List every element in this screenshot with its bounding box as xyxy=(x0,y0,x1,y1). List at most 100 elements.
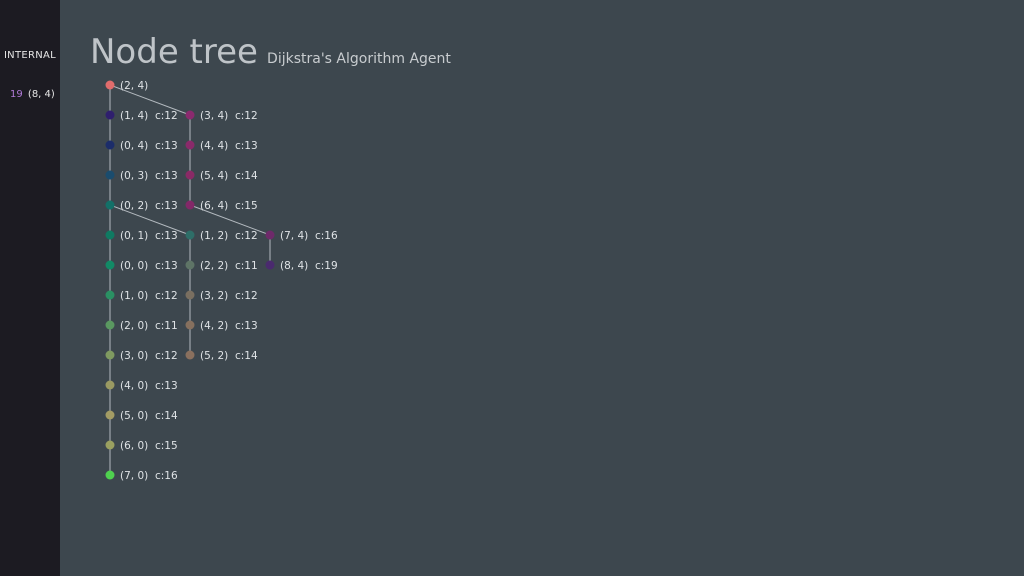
node-label: (6, 0) xyxy=(120,440,148,452)
node-cost: c:13 xyxy=(155,200,178,212)
node-label: (1, 4) xyxy=(120,110,148,122)
tree-node[interactable]: (6, 4) c:15 xyxy=(185,200,258,212)
node-dot[interactable] xyxy=(185,200,195,210)
node-dot[interactable] xyxy=(185,260,195,270)
node-cost: c:13 xyxy=(155,380,178,392)
node-cost: c:13 xyxy=(155,260,178,272)
tree-node[interactable]: (7, 0) c:16 xyxy=(105,470,178,482)
node-dot[interactable] xyxy=(105,140,115,150)
tree-node[interactable]: (7, 4) c:16 xyxy=(265,230,338,242)
tree-node[interactable]: (3, 4) c:12 xyxy=(185,110,258,122)
tree-node[interactable]: (0, 2) c:13 xyxy=(105,200,178,212)
tree-node[interactable]: (5, 4) c:14 xyxy=(185,170,258,182)
tree-node[interactable]: (5, 0) c:14 xyxy=(105,410,178,422)
tree-node[interactable]: (0, 0) c:13 xyxy=(105,260,178,272)
node-cost: c:13 xyxy=(155,170,178,182)
tree-node[interactable]: (4, 4) c:13 xyxy=(185,140,258,152)
node-label: (3, 0) xyxy=(120,350,148,362)
node-label: (7, 4) xyxy=(280,230,308,242)
tree-node[interactable]: (2, 2) c:11 xyxy=(185,260,258,272)
node-dot[interactable] xyxy=(185,230,195,240)
node-cost: c:15 xyxy=(155,440,178,452)
node-dot[interactable] xyxy=(265,230,275,240)
node-dot[interactable] xyxy=(105,260,115,270)
tree-node[interactable]: (1, 4) c:12 xyxy=(105,110,178,122)
node-cost: c:16 xyxy=(315,230,338,242)
node-dot[interactable] xyxy=(185,350,195,360)
tree-node[interactable]: (0, 1) c:13 xyxy=(105,230,178,242)
node-label: (2, 2) xyxy=(200,260,228,272)
node-cost: c:12 xyxy=(235,290,258,302)
node-label: (4, 0) xyxy=(120,380,148,392)
node-label: (5, 2) xyxy=(200,350,228,362)
node-dot[interactable] xyxy=(185,290,195,300)
node-cost: c:11 xyxy=(155,320,178,332)
tree-node[interactable]: (6, 0) c:15 xyxy=(105,440,178,452)
node-label: (3, 2) xyxy=(200,290,228,302)
tree-node[interactable]: (4, 0) c:13 xyxy=(105,380,178,392)
node-dot[interactable] xyxy=(105,80,115,90)
node-cost: c:16 xyxy=(155,470,178,482)
tree-node[interactable]: (2, 4) xyxy=(105,80,149,92)
node-label: (5, 0) xyxy=(120,410,148,422)
node-label: (0, 1) xyxy=(120,230,148,242)
node-cost: c:13 xyxy=(155,230,178,242)
node-cost: c:11 xyxy=(235,260,258,272)
node-cost: c:19 xyxy=(315,260,338,272)
tree-node[interactable]: (1, 0) c:12 xyxy=(105,290,178,302)
node-cost: c:12 xyxy=(235,110,258,122)
node-label: (5, 4) xyxy=(200,170,228,182)
node-dot[interactable] xyxy=(105,470,115,480)
tree-node[interactable]: (3, 0) c:12 xyxy=(105,350,178,362)
node-cost: c:12 xyxy=(235,230,258,242)
node-label: (6, 4) xyxy=(200,200,228,212)
node-dot[interactable] xyxy=(105,440,115,450)
node-label: (8, 4) xyxy=(280,260,308,272)
node-dot[interactable] xyxy=(105,410,115,420)
node-cost: c:15 xyxy=(235,200,258,212)
node-cost: c:12 xyxy=(155,350,178,362)
tree-node[interactable]: (2, 0) c:11 xyxy=(105,320,178,332)
node-label: (0, 2) xyxy=(120,200,148,212)
node-label: (1, 2) xyxy=(200,230,228,242)
node-label: (3, 4) xyxy=(200,110,228,122)
node-cost: c:12 xyxy=(155,110,178,122)
node-label: (0, 3) xyxy=(120,170,148,182)
node-cost: c:13 xyxy=(155,140,178,152)
node-dot[interactable] xyxy=(105,230,115,240)
node-dot[interactable] xyxy=(105,200,115,210)
node-cost: c:14 xyxy=(235,350,258,362)
node-cost: c:13 xyxy=(235,320,258,332)
node-dot[interactable] xyxy=(105,320,115,330)
node-dot[interactable] xyxy=(105,350,115,360)
node-dot[interactable] xyxy=(105,110,115,120)
tree-node[interactable]: (5, 2) c:14 xyxy=(185,350,258,362)
tree-node[interactable]: (1, 2) c:12 xyxy=(185,230,258,242)
node-label: (2, 4) xyxy=(120,80,148,92)
node-dot[interactable] xyxy=(105,170,115,180)
node-dot[interactable] xyxy=(185,170,195,180)
node-dot[interactable] xyxy=(185,140,195,150)
node-label: (4, 4) xyxy=(200,140,228,152)
node-cost: c:12 xyxy=(155,290,178,302)
node-dot[interactable] xyxy=(265,260,275,270)
node-dot[interactable] xyxy=(105,290,115,300)
node-dot[interactable] xyxy=(185,320,195,330)
tree-node[interactable]: (0, 4) c:13 xyxy=(105,140,178,152)
tree-node[interactable]: (0, 3) c:13 xyxy=(105,170,178,182)
node-label: (2, 0) xyxy=(120,320,148,332)
node-dot[interactable] xyxy=(185,110,195,120)
node-cost: c:14 xyxy=(235,170,258,182)
node-label: (4, 2) xyxy=(200,320,228,332)
tree-node[interactable]: (8, 4) c:19 xyxy=(265,260,338,272)
node-label: (0, 0) xyxy=(120,260,148,272)
node-label: (1, 0) xyxy=(120,290,148,302)
tree-node[interactable]: (3, 2) c:12 xyxy=(185,290,258,302)
node-label: (0, 4) xyxy=(120,140,148,152)
node-dot[interactable] xyxy=(105,380,115,390)
tree-node[interactable]: (4, 2) c:13 xyxy=(185,320,258,332)
node-label: (7, 0) xyxy=(120,470,148,482)
node-tree: (2, 4)(1, 4) c:12(0, 4) c:13(0, 3) c:13(0, … xyxy=(105,80,338,482)
node-cost: c:13 xyxy=(235,140,258,152)
node-cost: c:14 xyxy=(155,410,178,422)
